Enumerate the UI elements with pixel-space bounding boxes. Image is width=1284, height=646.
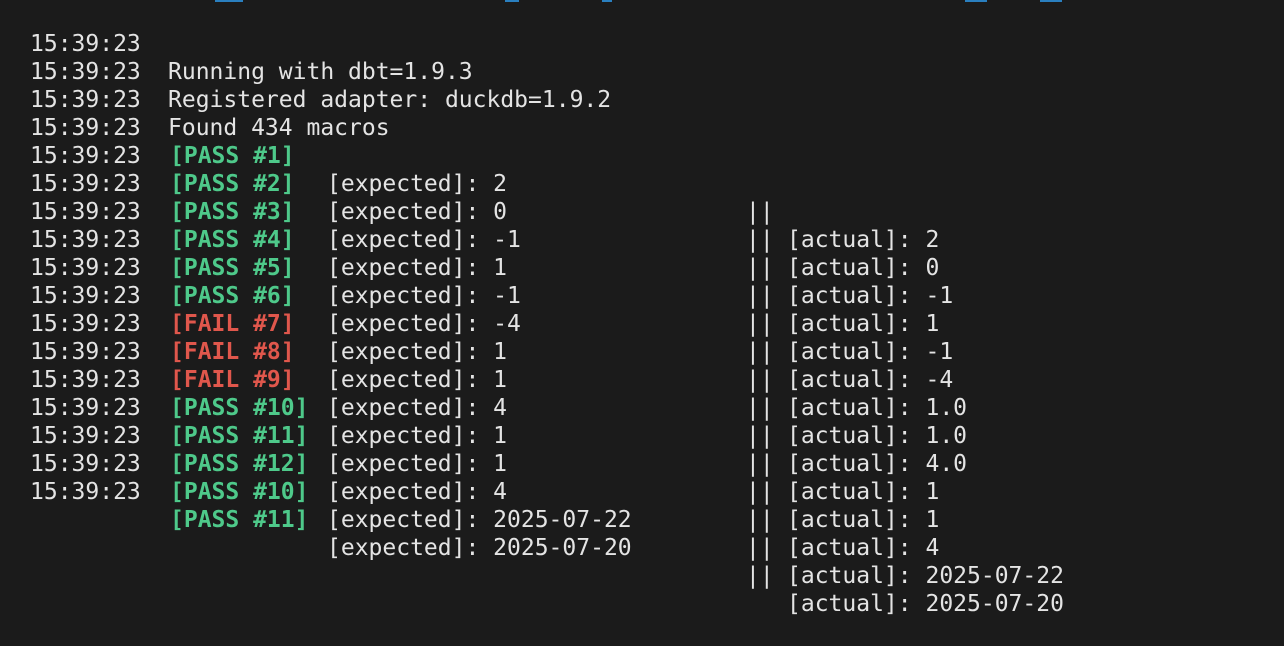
column-separator: || — [746, 507, 774, 533]
actual-value: [actual]: 1 — [787, 479, 940, 505]
test-result-line: 15:39:23 [PASS #2] [expected]: 0 || [act… — [30, 114, 1280, 281]
test-result-line: 15:39:23 [PASS #10] [expected]: 2025-07-… — [30, 422, 1280, 589]
column-separator: || — [746, 479, 774, 505]
test-result-line: 15:39:23 [FAIL #8] [expected]: 1 || [act… — [30, 282, 1280, 449]
test-result-line: 15:39:23 [PASS #6] [expected]: -4 || [ac… — [30, 226, 1280, 393]
log-line-info: 15:39:23 Found 434 macros — [30, 58, 1280, 141]
test-result-line: 15:39:23 [FAIL #9] [expected]: 4 || [act… — [30, 310, 1280, 477]
timestamp: 15:39:23 — [30, 479, 141, 505]
expected-value: [expected]: 4 — [327, 479, 508, 505]
expected-value: [expected]: 2025-07-20 — [327, 535, 632, 561]
test-result-line: 15:39:23 [PASS #10] [expected]: 1 || [ac… — [30, 338, 1280, 505]
actual-value: [actual]: 2025-07-22 — [787, 563, 1064, 589]
log-line-info: 15:39:23 Running with dbt=1.9.3 — [30, 2, 1280, 85]
test-result-line: 15:39:23 [PASS #12] [expected]: 4 || [ac… — [30, 394, 1280, 561]
actual-value: [actual]: 2025-07-20 — [787, 591, 1064, 617]
terminal-window[interactable]: 15:39:23 Running with dbt=1.9.3 15:39:23… — [0, 0, 1284, 617]
test-result-line: 15:39:23 [PASS #5] [expected]: -1 || [ac… — [30, 198, 1280, 365]
test-result-line: 15:39:23 [PASS #1] [expected]: 2 || [act… — [30, 86, 1280, 253]
terminal-output: 15:39:23 Running with dbt=1.9.3 15:39:23… — [30, 2, 1280, 617]
pass-tag: [PASS #10] — [170, 479, 309, 505]
test-result-line: 15:39:23 [PASS #4] [expected]: 1 || [act… — [30, 170, 1280, 337]
test-result-line: 15:39:23 [PASS #11] [expected]: 1 || [ac… — [30, 366, 1280, 533]
expected-value: [expected]: 2025-07-22 — [327, 507, 632, 533]
test-result-line: 15:39:23 [PASS #3] [expected]: -1 || [ac… — [30, 142, 1280, 309]
log-line-info: 15:39:23 Registered adapter: duckdb=1.9.… — [30, 30, 1280, 113]
column-separator: || — [746, 563, 774, 589]
test-result-line: 15:39:23 [FAIL #7] [expected]: 1 || [act… — [30, 254, 1280, 421]
pass-tag: [PASS #11] — [170, 507, 309, 533]
column-separator: || — [746, 535, 774, 561]
actual-value: [actual]: 4 — [787, 535, 940, 561]
actual-value: [actual]: 1 — [787, 507, 940, 533]
test-result-line: 15:39:23 [PASS #11] [expected]: 2025-07-… — [30, 450, 1280, 617]
